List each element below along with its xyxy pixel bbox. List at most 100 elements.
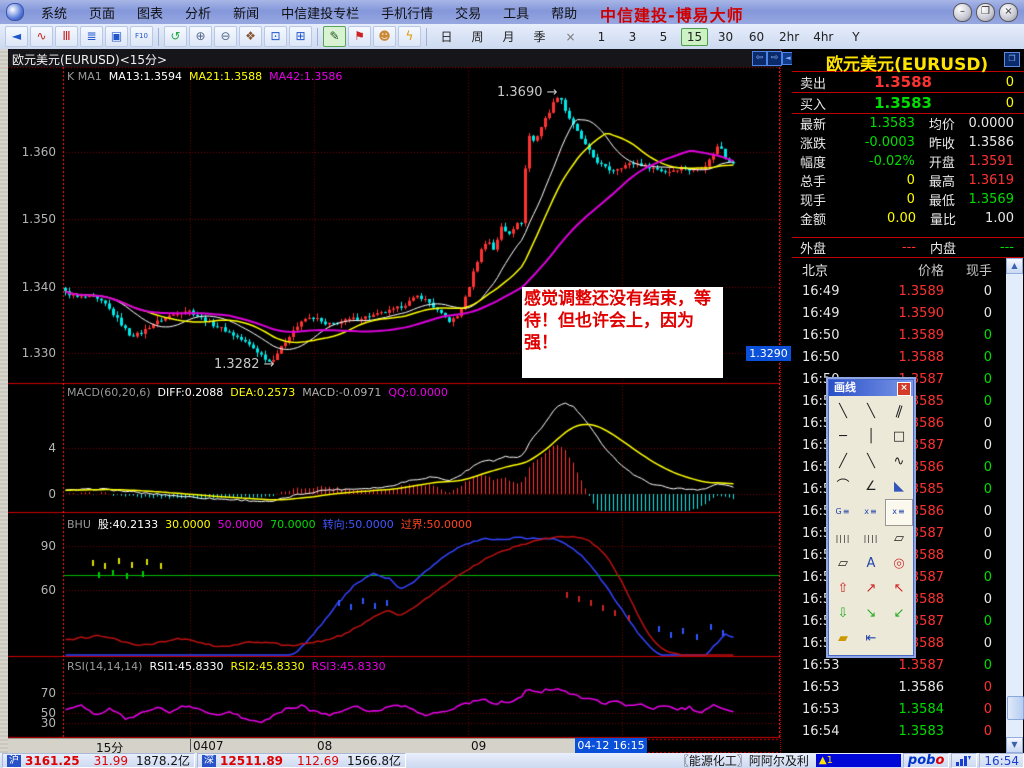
period-button-月[interactable]: 月: [495, 26, 522, 47]
menu-item-7[interactable]: 交易: [444, 1, 492, 24]
vertical-segment-tool[interactable]: │: [857, 424, 885, 449]
quote-list-icon[interactable]: ≣: [80, 26, 103, 47]
arrow-down-tool[interactable]: ⇩: [829, 601, 857, 626]
arrow-down-left-tool[interactable]: ↙: [885, 601, 913, 626]
alert-marquee: ▲1: [816, 754, 901, 767]
rectangle-tool[interactable]: □: [885, 424, 913, 449]
arrow-up-left-tool[interactable]: ↖: [885, 576, 913, 601]
users-icon[interactable]: ☻: [373, 26, 396, 47]
tick-volume: 0: [944, 702, 1006, 717]
date-tick-0407: 0407: [193, 739, 224, 753]
arc-tool[interactable]: ⌒: [829, 474, 857, 499]
scroll-down-icon[interactable]: ▼: [1006, 737, 1023, 753]
rhu-label: 30.0000: [165, 518, 211, 531]
menu-item-1[interactable]: 页面: [78, 1, 126, 24]
menu-item-5[interactable]: 中信建投专栏: [270, 1, 370, 24]
menu-item-4[interactable]: 新闻: [222, 1, 270, 24]
percent-lines-tool[interactable]: x≡: [857, 499, 885, 524]
quote-label: 最低: [915, 190, 969, 209]
minimize-button[interactable]: –: [953, 3, 972, 22]
horizontal-segment-tool[interactable]: ─: [829, 424, 857, 449]
window-jump-icon[interactable]: ⊡: [264, 26, 287, 47]
fan-lines-tool[interactable]: ∠: [857, 474, 885, 499]
chart-canvas[interactable]: [8, 49, 780, 753]
line-tool[interactable]: ╲: [829, 399, 857, 424]
period-button-1[interactable]: 1: [588, 28, 615, 46]
scroll-up-icon[interactable]: ▲: [1006, 258, 1023, 274]
period-button-2hr[interactable]: 2hr: [774, 28, 804, 46]
period-button-Y[interactable]: Y: [842, 28, 869, 46]
channel-tool[interactable]: ▱: [885, 526, 913, 551]
axis-divider: [190, 739, 191, 752]
quote-panel: 欧元美元(EURUSD) ❐ 卖出1.35880买入1.35830最新1.358…: [792, 49, 1024, 258]
period-button-×[interactable]: ×: [557, 28, 584, 46]
restore-button[interactable]: ❐: [976, 3, 995, 22]
arrow-down-right-tool[interactable]: ↘: [857, 601, 885, 626]
menu-item-3[interactable]: 分析: [174, 1, 222, 24]
line-chart-icon[interactable]: ∿: [30, 26, 53, 47]
arrow-up-tool[interactable]: ⇧: [829, 576, 857, 601]
period-button-30[interactable]: 30: [712, 28, 739, 46]
menu-item-2[interactable]: 图表: [126, 1, 174, 24]
hand-tool-icon[interactable]: ❖: [239, 26, 262, 47]
menu-item-8[interactable]: 工具: [492, 1, 540, 24]
period-button-季[interactable]: 季: [526, 26, 553, 47]
left-splitter[interactable]: [0, 49, 8, 753]
period-button-5[interactable]: 5: [650, 28, 677, 46]
golden-section-tool[interactable]: G≡: [829, 499, 857, 524]
period-button-3[interactable]: 3: [619, 28, 646, 46]
cycle-ring-tool[interactable]: ◎: [885, 551, 913, 576]
eraser-tool[interactable]: ▰: [829, 626, 857, 651]
menu-bar: 系统页面图表分析新闻中信建投专栏手机行情交易工具帮助: [30, 1, 588, 24]
window-next-icon[interactable]: ⊞: [289, 26, 312, 47]
wave-tool[interactable]: ∿: [885, 449, 913, 474]
tick-list-scrollbar[interactable]: ▲ ▼: [1006, 258, 1023, 753]
period-button-15[interactable]: 15: [681, 28, 708, 46]
segment-tool[interactable]: ╲: [857, 449, 885, 474]
quote-value: 1.3619: [968, 173, 1024, 188]
quote-restore-icon[interactable]: ❐: [1004, 52, 1020, 67]
quote-value: 0.0000: [968, 116, 1024, 131]
alarm-icon[interactable]: ⚑: [348, 26, 371, 47]
system-icon[interactable]: [6, 3, 24, 21]
menu-item-9[interactable]: 帮助: [540, 1, 588, 24]
regression-channel-tool[interactable]: ▱: [829, 551, 857, 576]
draw-line-icon[interactable]: ✎: [323, 26, 346, 47]
f10-info-icon[interactable]: F10: [130, 26, 153, 47]
palette-title-bar[interactable]: 画线 ×: [829, 380, 913, 396]
palette-close-icon[interactable]: ×: [897, 382, 911, 396]
quote-value: 1.3591: [968, 154, 1024, 169]
parallel-lines-tool[interactable]: ∥: [882, 395, 916, 427]
vertical-grid-tool[interactable]: ||||: [829, 526, 857, 551]
arrow-up-right-tool[interactable]: ↗: [857, 576, 885, 601]
zoom-in-icon[interactable]: ⊕: [189, 26, 212, 47]
time-axis[interactable]: 15分 0407080910 04-12 16:15: [8, 738, 780, 753]
trend-segment-tool[interactable]: ╱: [829, 449, 857, 474]
clear-all-tool[interactable]: ⇤: [857, 626, 885, 651]
ray-tool[interactable]: ╲: [857, 399, 885, 424]
scrollbar-thumb[interactable]: [1007, 696, 1024, 720]
close-button[interactable]: ×: [999, 3, 1018, 22]
kline-chart-icon[interactable]: Ⅲ: [55, 26, 78, 47]
percent-lines2-tool[interactable]: x≡: [885, 499, 913, 526]
period-button-日[interactable]: 日: [433, 26, 460, 47]
menu-item-6[interactable]: 手机行情: [370, 1, 444, 24]
lightning-icon[interactable]: ϟ: [398, 26, 421, 47]
date-tick-08: 08: [317, 739, 332, 753]
refresh-icon[interactable]: ↺: [164, 26, 187, 47]
macd-label: DEA:0.2573: [230, 386, 295, 399]
gann-fan-tool[interactable]: ◣: [885, 474, 913, 499]
back-icon[interactable]: ◄: [5, 26, 28, 47]
time-axis-scrollzone[interactable]: [8, 738, 577, 754]
period-button-60[interactable]: 60: [743, 28, 770, 46]
period-button-4hr[interactable]: 4hr: [808, 28, 838, 46]
drawn-text-note[interactable]: 感觉调整还没有结束，等待！但也许会上，因为强！: [522, 287, 723, 378]
page-view-icon[interactable]: ▣: [105, 26, 128, 47]
vertical-grid-dense-tool[interactable]: ||||: [857, 526, 885, 551]
text-tool[interactable]: A: [857, 551, 885, 576]
menu-item-0[interactable]: 系统: [30, 1, 78, 24]
period-button-周[interactable]: 周: [464, 26, 491, 47]
zoom-out-icon[interactable]: ⊖: [214, 26, 237, 47]
chart-prev-icon[interactable]: ⇦: [752, 51, 767, 66]
chart-next-icon[interactable]: ⇨: [767, 51, 782, 66]
